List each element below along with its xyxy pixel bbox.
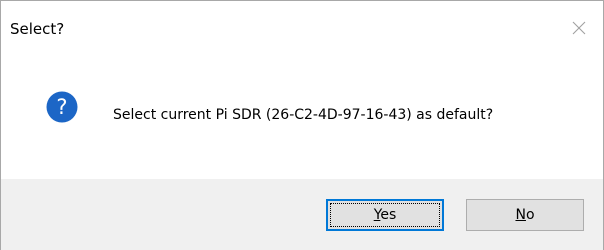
button-bar: Yes No bbox=[1, 179, 603, 250]
no-label-rest: o bbox=[525, 207, 535, 223]
no-button[interactable]: No bbox=[466, 199, 584, 231]
svg-text:?: ? bbox=[56, 95, 67, 119]
no-button-label: No bbox=[515, 207, 534, 223]
dialog-title: Select? bbox=[10, 20, 65, 38]
close-icon bbox=[572, 21, 586, 35]
yes-button[interactable]: Yes bbox=[326, 199, 444, 231]
focus-ring bbox=[330, 203, 440, 227]
dialog-message: Select current Pi SDR (26-C2-4D-97-16-43… bbox=[113, 107, 494, 123]
question-icon: ? bbox=[46, 91, 78, 123]
message-dialog: Select? ? Select current Pi SDR (26-C2-4… bbox=[0, 0, 604, 250]
title-bar: Select? bbox=[1, 1, 603, 59]
no-mnemonic: N bbox=[515, 207, 526, 223]
dialog-content: ? Select current Pi SDR (26-C2-4D-97-16-… bbox=[1, 59, 603, 179]
close-button[interactable] bbox=[559, 11, 599, 45]
